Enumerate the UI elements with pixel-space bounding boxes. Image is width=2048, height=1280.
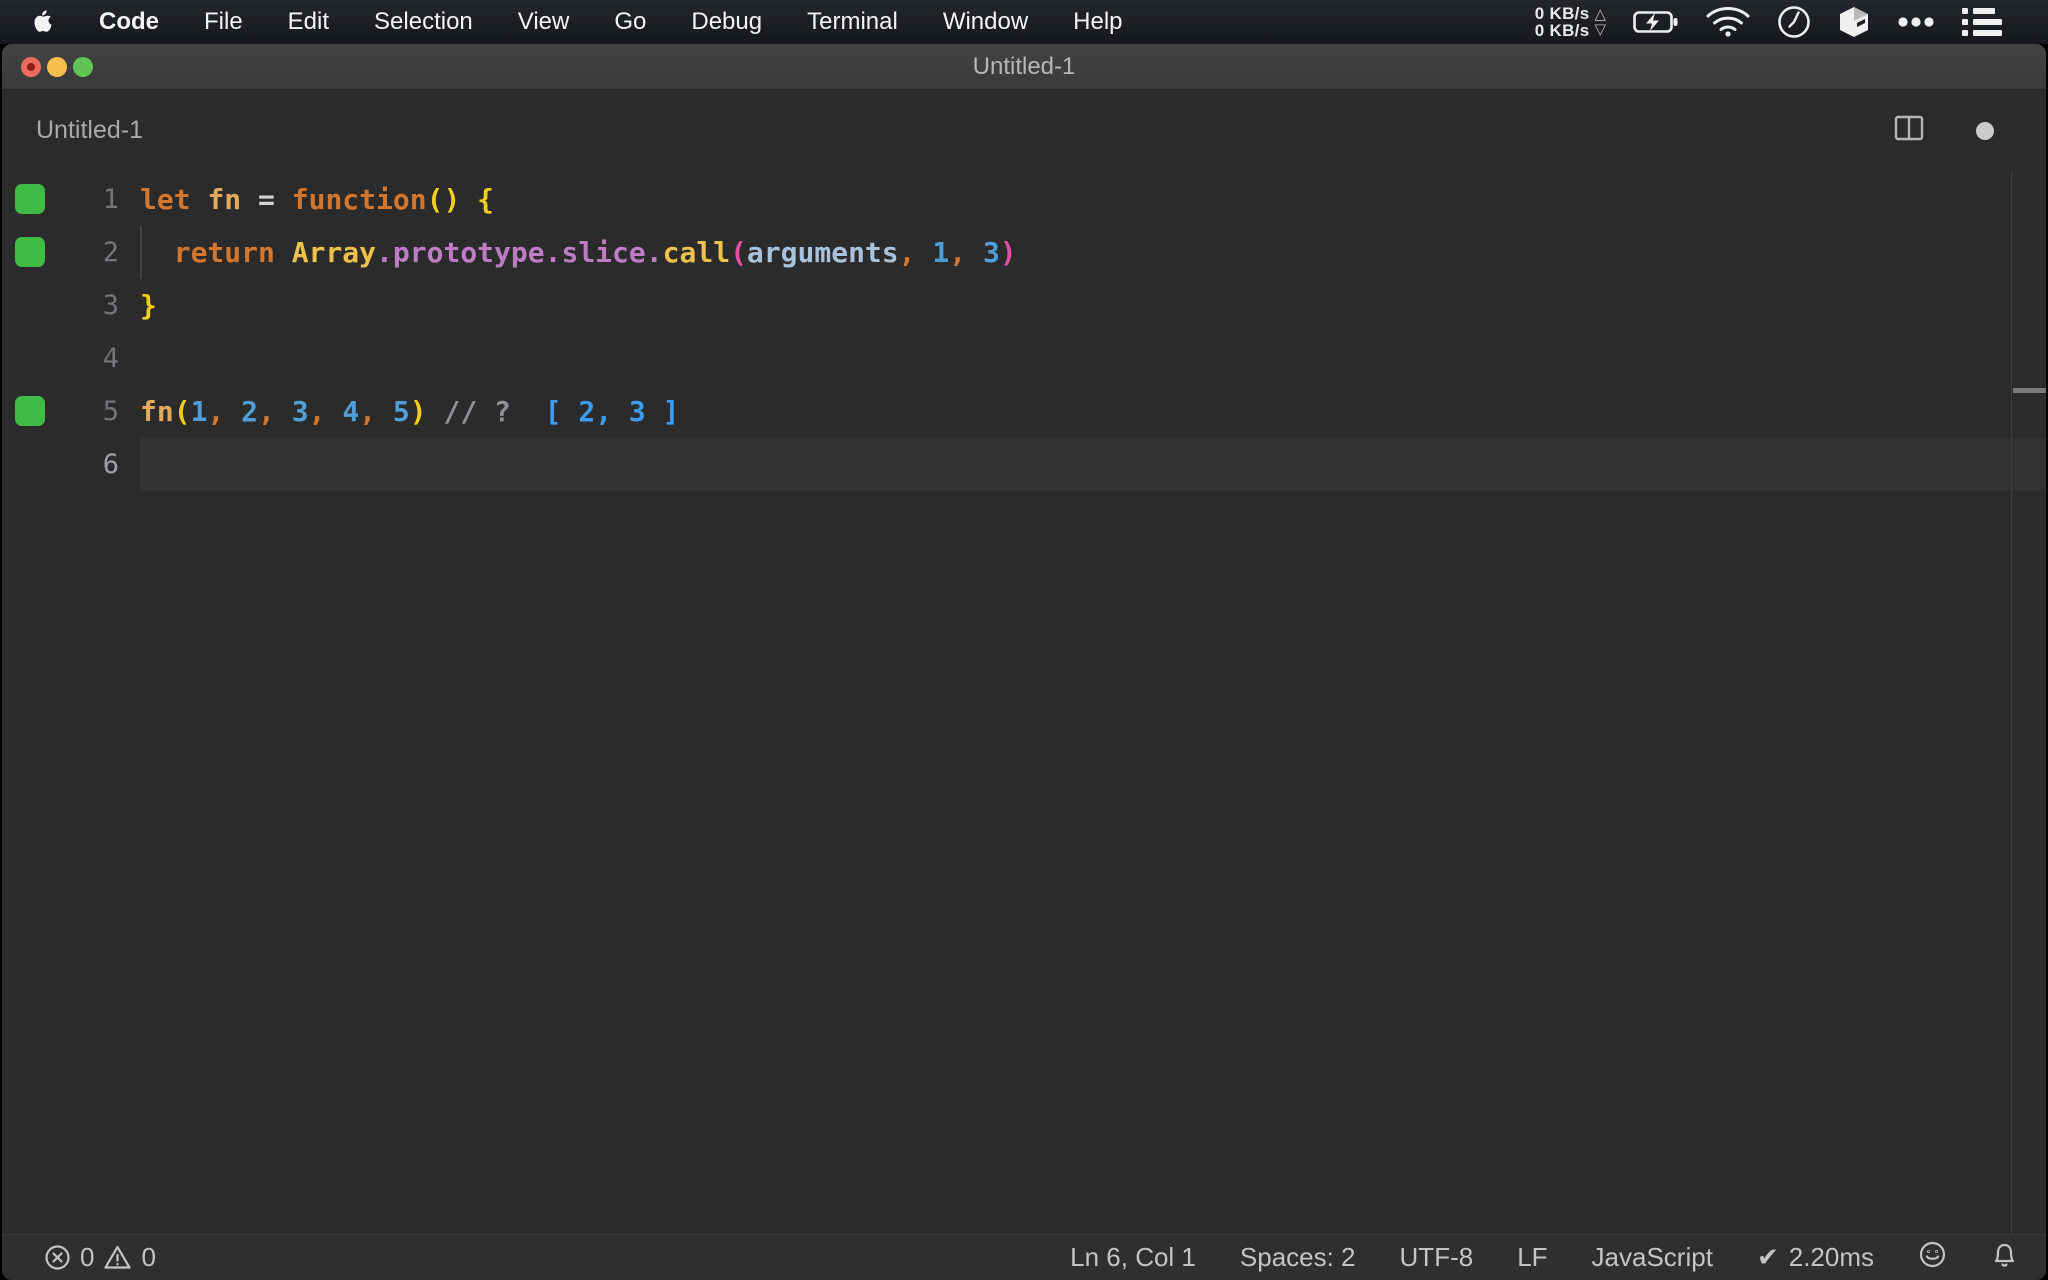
problems-status[interactable]: 0 0 [44,1235,156,1280]
notifications-bell-icon[interactable] [1991,1240,2018,1276]
cursor-position[interactable]: Ln 6, Col 1 [1070,1242,1196,1273]
wifi-icon[interactable] [1706,7,1750,37]
errors-icon [45,1245,70,1270]
code-text: return Array.prototype.slice.call(argume… [173,236,1017,269]
menu-item-go[interactable]: Go [614,8,646,36]
overview-ruler-border [2011,170,2012,1234]
editor-line-4[interactable]: 4 [2,332,2046,385]
vscode-window: Untitled-1 Untitled-1 1 let fn = function… [2,44,2046,1280]
overview-ruler-cursor-marker [2013,388,2046,393]
menu-item-code[interactable]: Code [99,8,159,36]
menu-item-view[interactable]: View [518,8,570,36]
split-editor-icon[interactable] [1894,113,1924,148]
menu-item-window[interactable]: Window [943,8,1028,36]
menu-item-edit[interactable]: Edit [288,8,329,36]
current-line-highlight [140,438,2046,491]
errors-count: 0 [80,1242,95,1272]
line-number: 6 [102,449,119,480]
menu-item-terminal[interactable]: Terminal [807,8,898,36]
editor-title-area: Untitled-1 [2,91,2046,170]
editor-line-1[interactable]: 1 let fn = function() { [2,173,2046,226]
code-text: let fn = function() { [140,183,495,216]
menu-item-help[interactable]: Help [1073,8,1122,36]
language-mode[interactable]: JavaScript [1592,1242,1713,1273]
code-editor[interactable]: 1 let fn = function() { 2 return Array.pro… [2,170,2046,1234]
download-arrow-icon: ▽ [1594,21,1606,38]
upload-speed: 0 KB/s [1534,4,1590,23]
code-text: } [140,289,157,322]
clock-icon[interactable] [1777,5,1811,39]
download-speed: 0 KB/s [1534,21,1590,40]
window-title: Untitled-1 [972,53,1076,80]
apple-menu-icon[interactable] [32,9,54,35]
menu-item-selection[interactable]: Selection [374,8,473,36]
macos-menu-bar: Code File Edit Selection View Go Debug Terminal… [0,0,2048,44]
warnings-icon [104,1245,132,1269]
notification-list-icon[interactable] [1962,7,2002,37]
unsaved-changes-indicator[interactable] [1976,121,1994,140]
quokka-performance[interactable]: ✔ 2.20ms [1757,1242,1874,1273]
editor-line-2[interactable]: 2 return Array.prototype.slice.call(argu… [2,226,2046,279]
code-text: fn(1, 2, 3, 4, 5) // ? [ 2, 3 ] [140,395,680,428]
line-number: 1 [102,184,119,215]
open-file-label[interactable]: Untitled-1 [36,91,143,170]
editor-line-5[interactable]: 5 fn(1, 2, 3, 4, 5) // ? [ 2, 3 ] [2,385,2046,438]
window-title-bar[interactable]: Untitled-1 [2,44,2046,90]
status-bar: 0 0 Ln 6, Col 1 Spaces: 2 UTF-8 LF JavaS… [2,1234,2046,1280]
editor-line-3[interactable]: 3} [2,279,2046,332]
menu-item-file[interactable]: File [204,8,243,36]
menu-bar-status-icons: 0 KB/s 0 KB/s △ ▽ [1535,0,2002,44]
warnings-count: 0 [141,1242,156,1272]
upload-arrow-icon: △ [1594,6,1606,23]
check-icon: ✔ [1756,1242,1779,1272]
encoding-setting[interactable]: UTF-8 [1400,1242,1474,1273]
eol-setting[interactable]: LF [1517,1242,1547,1273]
line-number: 4 [102,343,119,374]
network-speed-indicator[interactable]: 0 KB/s 0 KB/s △ ▽ [1535,5,1606,39]
cube-app-icon[interactable] [1838,6,1870,38]
indentation-setting[interactable]: Spaces: 2 [1240,1242,1356,1273]
ellipsis-icon[interactable] [1897,16,1935,28]
menu-bar-left: Code File Edit Selection View Go Debug Terminal… [0,8,1123,36]
editor-line-6[interactable]: 6 [2,438,2046,491]
menu-item-debug[interactable]: Debug [691,8,762,36]
battery-charging-icon[interactable] [1633,9,1679,35]
menu-items: Code File Edit Selection View Go Debug Terminal… [99,8,1123,36]
line-number: 5 [102,396,119,427]
quokka-time: 2.20ms [1788,1242,1874,1272]
feedback-smiley-icon[interactable] [1918,1240,1947,1276]
line-number: 2 [102,237,119,268]
line-number: 3 [102,290,119,321]
